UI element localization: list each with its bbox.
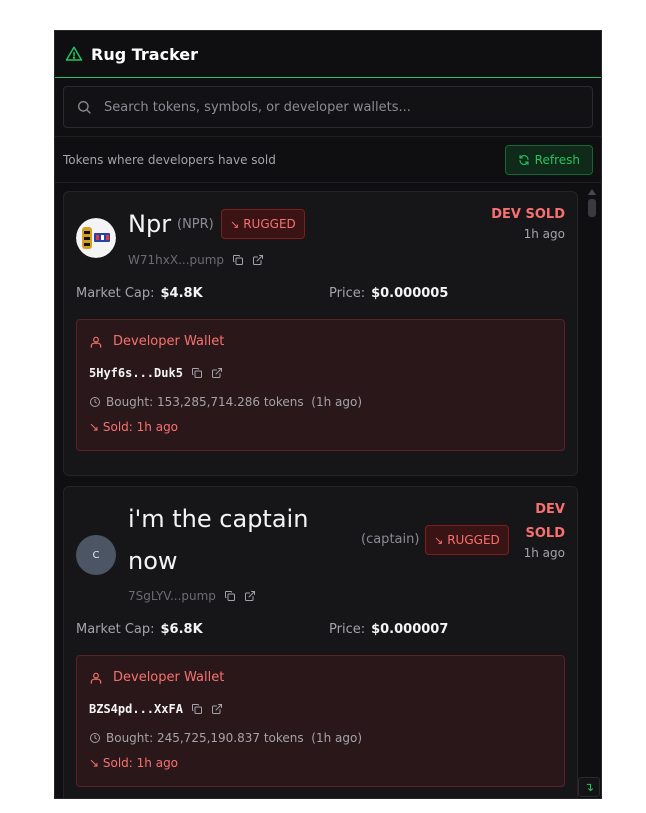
search-bar bbox=[55, 78, 601, 137]
dev-sold-status: DEV SOLD 1h ago bbox=[524, 498, 565, 560]
dev-sold-label: DEV bbox=[535, 502, 565, 517]
sold-time: 1h ago bbox=[523, 227, 565, 241]
price-value: $0.000005 bbox=[371, 286, 449, 301]
price: Price: $0.000005 bbox=[329, 286, 449, 301]
token-name: Npr bbox=[128, 210, 172, 238]
rug-tracker-panel: Rug Tracker Tokens where developers have… bbox=[54, 30, 602, 799]
list-description: Tokens where developers have sold bbox=[63, 152, 276, 167]
search-box[interactable] bbox=[63, 86, 593, 128]
scroll-down-icon[interactable]: ↴ bbox=[578, 777, 600, 797]
sold-time: 1h ago bbox=[523, 546, 565, 560]
token-symbol: (NPR) bbox=[177, 217, 214, 232]
page-title: Rug Tracker bbox=[91, 44, 199, 64]
token-symbol: (captain) bbox=[361, 532, 420, 547]
market-cap: Market Cap: $6.8K bbox=[76, 622, 203, 637]
trend-down-icon: ↘ bbox=[89, 756, 100, 770]
market-cap: Market Cap: $4.8K bbox=[76, 286, 203, 301]
trend-down-icon: ↘ bbox=[230, 217, 240, 231]
trend-down-icon: ↘ bbox=[434, 533, 444, 547]
token-list[interactable]: Npr (NPR) ↘ RUGGED DEV SOLD 1h ago W71hx… bbox=[55, 185, 601, 798]
user-icon bbox=[90, 672, 102, 684]
refresh-button[interactable]: Refresh bbox=[504, 144, 593, 175]
market-cap-value: $6.8K bbox=[160, 622, 203, 637]
market-cap-value: $4.8K bbox=[160, 286, 203, 301]
scroll-up-arrow-icon[interactable] bbox=[588, 189, 596, 195]
search-icon bbox=[78, 101, 91, 114]
list-toolbar: Tokens where developers have sold Refres… bbox=[55, 137, 601, 183]
bought-info: Bought: 245,725,190.837 tokens (1h ago) bbox=[89, 731, 362, 745]
refresh-icon bbox=[519, 154, 529, 165]
price: Price: $0.000007 bbox=[329, 622, 449, 637]
external-link-icon[interactable] bbox=[244, 590, 256, 602]
developer-wallet-address: BZS4pd...XxFA bbox=[89, 702, 223, 716]
panel-header: Rug Tracker bbox=[55, 31, 601, 78]
developer-wallet-box: Developer Wallet 5Hyf6s...Duk5 Bought: 1… bbox=[76, 319, 565, 451]
refresh-label: Refresh bbox=[534, 152, 580, 167]
scrollbar[interactable] bbox=[587, 189, 597, 798]
token-avatar bbox=[76, 218, 116, 258]
copy-icon[interactable] bbox=[191, 367, 203, 379]
rugged-badge: ↘ RUGGED bbox=[221, 209, 305, 239]
external-link-icon[interactable] bbox=[252, 254, 264, 266]
token-address-text: 7SgLYV...pump bbox=[128, 589, 216, 603]
bought-info: Bought: 153,285,714.286 tokens (1h ago) bbox=[89, 395, 362, 409]
warning-icon bbox=[65, 46, 83, 61]
token-address: W71hxX...pump bbox=[128, 253, 264, 267]
scrollbar-thumb[interactable] bbox=[588, 199, 596, 217]
trend-down-icon: ↘ bbox=[89, 420, 100, 434]
price-value: $0.000007 bbox=[371, 622, 449, 637]
copy-icon[interactable] bbox=[191, 703, 203, 715]
clock-icon bbox=[90, 397, 100, 407]
token-name: i'm the captain now bbox=[128, 505, 309, 575]
token-address: 7SgLYV...pump bbox=[128, 589, 256, 603]
rugged-badge: ↘ RUGGED bbox=[425, 525, 509, 555]
search-input[interactable] bbox=[104, 99, 580, 115]
token-address-text: W71hxX...pump bbox=[128, 253, 225, 267]
developer-wallet-box: Developer Wallet BZS4pd...XxFA Bought: 2… bbox=[76, 655, 565, 787]
sold-info: ↘ Sold: 1h ago bbox=[89, 420, 179, 434]
user-icon bbox=[90, 336, 102, 348]
token-card[interactable]: C i'm the captain now (captain) ↘ RUGGED… bbox=[63, 486, 578, 798]
clock-icon bbox=[90, 733, 100, 743]
token-avatar: C bbox=[76, 535, 116, 575]
copy-icon[interactable] bbox=[232, 254, 244, 266]
sold-info: ↘ Sold: 1h ago bbox=[89, 756, 179, 770]
copy-icon[interactable] bbox=[224, 590, 236, 602]
external-link-icon[interactable] bbox=[211, 367, 223, 379]
developer-wallet-title: Developer Wallet bbox=[89, 670, 224, 685]
dev-sold-label: DEV SOLD bbox=[491, 207, 565, 222]
developer-wallet-title: Developer Wallet bbox=[89, 334, 224, 349]
dev-sold-status: DEV SOLD 1h ago bbox=[491, 203, 565, 241]
external-link-icon[interactable] bbox=[211, 703, 223, 715]
developer-wallet-address: 5Hyf6s...Duk5 bbox=[89, 366, 223, 380]
token-card[interactable]: Npr (NPR) ↘ RUGGED DEV SOLD 1h ago W71hx… bbox=[63, 191, 578, 476]
